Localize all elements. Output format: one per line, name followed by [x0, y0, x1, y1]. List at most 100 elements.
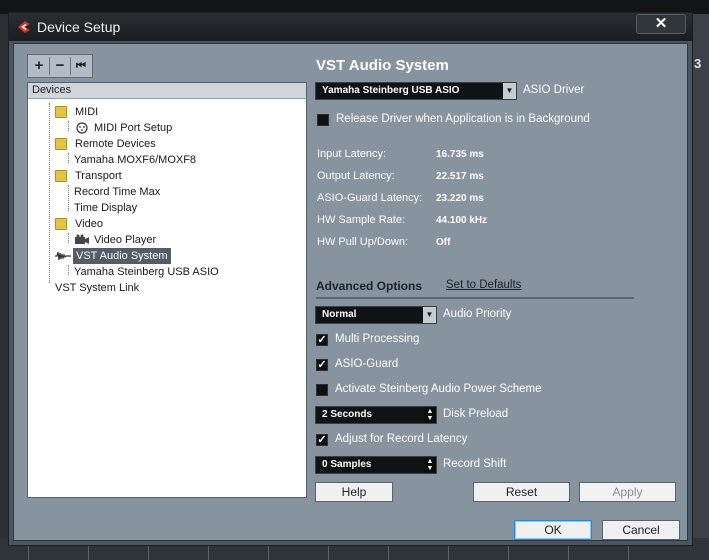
panel-title: VST Audio System — [316, 57, 449, 74]
tree-item-label: Remote Devices — [75, 138, 156, 150]
audio-priority-value: Normal — [322, 309, 357, 320]
record-shift-value: 0 Samples — [322, 459, 372, 470]
timeline-tick — [448, 544, 449, 560]
cancel-button[interactable]: Cancel — [602, 520, 680, 540]
tree-item-video-player[interactable]: Video Player — [74, 232, 234, 248]
tree-connector — [68, 233, 69, 243]
tree-connector — [68, 265, 69, 275]
tree-item-label: Video Player — [94, 234, 157, 246]
tree-item-vst-system-link[interactable]: VST System Link — [55, 280, 195, 296]
stepper-down-icon[interactable]: ▼ — [426, 465, 434, 472]
folder-icon — [55, 218, 67, 230]
video-camera-icon — [75, 234, 89, 244]
help-button[interactable]: Help — [315, 482, 393, 502]
stepper-arrows[interactable]: ▲ ▼ — [424, 457, 436, 473]
audio-wave-icon — [55, 251, 71, 261]
tree-item-label: Record Time Max — [74, 186, 161, 198]
window-title: Device Setup — [37, 19, 121, 35]
device-tree: Devices MIDI MIDI Port Setup Remote Devi… — [27, 82, 307, 498]
reset-button[interactable]: Reset — [473, 482, 570, 502]
tree-item-midi-port-setup[interactable]: MIDI Port Setup — [74, 120, 234, 136]
adjust-latency-checkbox[interactable]: ✓ — [316, 434, 328, 446]
tree-item-label: Transport — [75, 170, 122, 182]
multi-processing-checkbox[interactable]: ✓ — [316, 334, 328, 346]
output-latency-value: 22.517 ms — [436, 171, 484, 182]
record-shift-label: Record Shift — [443, 458, 507, 470]
tree-item-yamaha-moxf[interactable]: Yamaha MOXF6/MOXF8 — [74, 152, 234, 168]
tree-item-remote-devices[interactable]: Remote Devices — [55, 136, 205, 152]
hw-pull-value: Off — [436, 237, 451, 248]
asio-guard-label: ASIO-Guard — [335, 358, 399, 370]
ok-button[interactable]: OK — [514, 520, 592, 540]
tree-item-label: MIDI Port Setup — [94, 122, 173, 134]
tree-connector — [68, 121, 69, 131]
stepper-up-icon[interactable]: ▲ — [426, 408, 434, 415]
tree-item-video[interactable]: Video — [55, 216, 195, 232]
chevron-down-icon[interactable]: ▼ — [503, 83, 516, 99]
power-scheme-checkbox[interactable] — [316, 384, 328, 396]
tree-item-record-time-max[interactable]: Record Time Max — [74, 184, 234, 200]
tree-connector — [68, 185, 69, 211]
tree-item-label: MIDI — [75, 106, 99, 118]
timeline-tick — [268, 544, 269, 560]
asio-driver-value: Yamaha Steinberg USB ASIO — [322, 85, 460, 96]
hw-sample-rate-label: HW Sample Rate: — [317, 214, 406, 226]
asio-guard-checkbox[interactable]: ✓ — [316, 359, 328, 371]
release-driver-checkbox[interactable] — [317, 114, 329, 126]
tree-item-yamaha-usb-asio[interactable]: Yamaha Steinberg USB ASIO — [74, 264, 254, 280]
tree-item-label: Yamaha Steinberg USB ASIO — [74, 266, 219, 278]
device-toolbar: + − ⏮ — [27, 54, 93, 78]
asio-driver-select[interactable]: Yamaha Steinberg USB ASIO ▼ — [315, 82, 517, 100]
timeline-tick — [568, 544, 569, 560]
title-bar[interactable]: Device Setup ✕ — [9, 13, 692, 41]
timeline-tick — [148, 544, 149, 560]
adjust-latency-label: Adjust for Record Latency — [335, 433, 468, 445]
tree-item-transport[interactable]: Transport — [55, 168, 195, 184]
apply-button[interactable]: Apply — [579, 482, 676, 502]
chevron-down-icon[interactable]: ▼ — [423, 307, 436, 323]
timeline-tick — [628, 544, 629, 560]
background-ruler: 3 — [692, 14, 709, 538]
tree-item-label: Yamaha MOXF6/MOXF8 — [74, 154, 197, 166]
tree-item-midi[interactable]: MIDI — [55, 104, 195, 120]
set-to-defaults-link[interactable]: Set to Defaults — [446, 279, 521, 291]
hw-sample-rate-value: 44.100 kHz — [436, 215, 488, 226]
tree-header: Devices — [28, 83, 306, 99]
tree-item-label: VST System Link — [55, 282, 140, 294]
toolbar-divider — [49, 57, 50, 75]
reset-device-icon[interactable]: ⏮ — [72, 57, 90, 75]
tree-item-label: VST Audio System — [73, 248, 171, 264]
tree-connector — [49, 103, 50, 283]
audio-priority-select[interactable]: Normal ▼ — [315, 306, 437, 324]
timeline-tick — [88, 544, 89, 560]
dialog-body: + − ⏮ Devices MIDI MIDI Port Setup Remot… — [13, 43, 688, 541]
timeline-tick — [388, 544, 389, 560]
midi-port-icon — [76, 122, 88, 134]
hw-pull-label: HW Pull Up/Down: — [317, 236, 409, 248]
disk-preload-label: Disk Preload — [443, 408, 509, 420]
remove-icon[interactable]: − — [51, 57, 69, 75]
multi-processing-label: Multi Processing — [335, 333, 420, 345]
tree-connector — [68, 153, 69, 163]
toolbar-divider — [70, 57, 71, 75]
record-shift-stepper[interactable]: 0 Samples ▲ ▼ — [315, 456, 437, 474]
folder-icon — [55, 138, 67, 150]
asio-driver-label: ASIO Driver — [523, 84, 585, 96]
stepper-arrows[interactable]: ▲ ▼ — [424, 407, 436, 423]
timeline-tick — [28, 544, 29, 560]
tree-item-time-display[interactable]: Time Display — [74, 200, 234, 216]
disk-preload-stepper[interactable]: 2 Seconds ▲ ▼ — [315, 406, 437, 424]
release-driver-label: Release Driver when Application is in Ba… — [336, 113, 590, 125]
close-button[interactable]: ✕ — [636, 14, 686, 34]
stepper-down-icon[interactable]: ▼ — [426, 415, 434, 422]
tree-item-label: Video — [75, 218, 103, 230]
folder-icon — [55, 170, 67, 182]
tree-item-vst-audio-system[interactable]: VST Audio System — [55, 248, 175, 264]
folder-icon — [55, 106, 67, 118]
add-icon[interactable]: + — [30, 57, 48, 75]
timeline-tick — [328, 544, 329, 560]
input-latency-value: 16.735 ms — [436, 149, 484, 160]
device-setup-dialog: Device Setup ✕ + − ⏮ Devices MIDI MIDI P… — [8, 12, 693, 546]
stepper-up-icon[interactable]: ▲ — [426, 458, 434, 465]
section-divider — [316, 297, 634, 299]
